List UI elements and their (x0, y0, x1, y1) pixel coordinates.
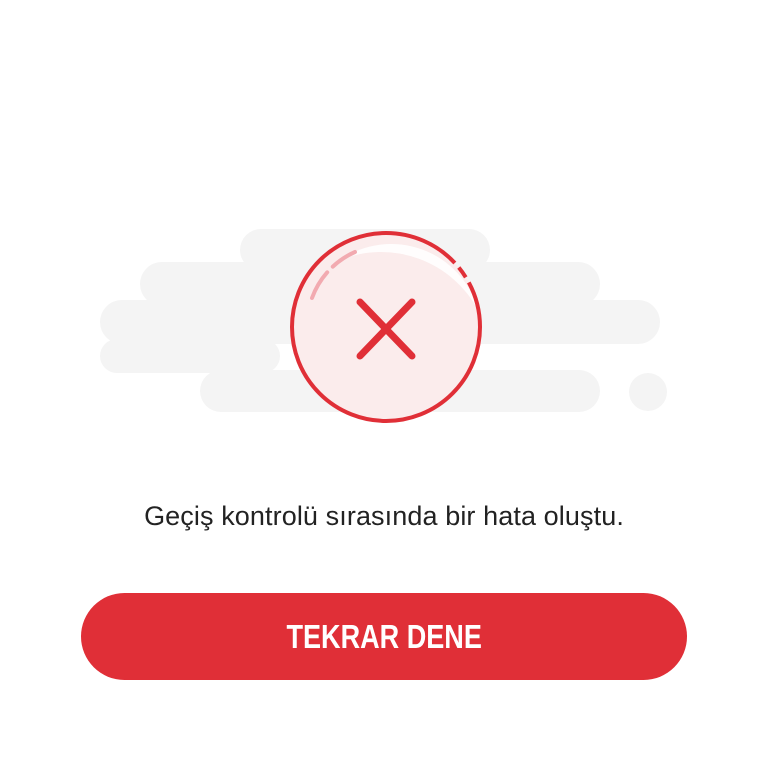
error-illustration (100, 229, 667, 423)
error-screen: Geçiş kontrolü sırasında bir hata oluştu… (0, 0, 768, 768)
retry-button-label: TEKRAR DENE (286, 617, 482, 655)
error-x-circle-icon (290, 231, 482, 423)
error-message: Geçiş kontrolü sırasında bir hata oluştu… (144, 501, 624, 531)
retry-button[interactable]: TEKRAR DENE (81, 593, 687, 680)
